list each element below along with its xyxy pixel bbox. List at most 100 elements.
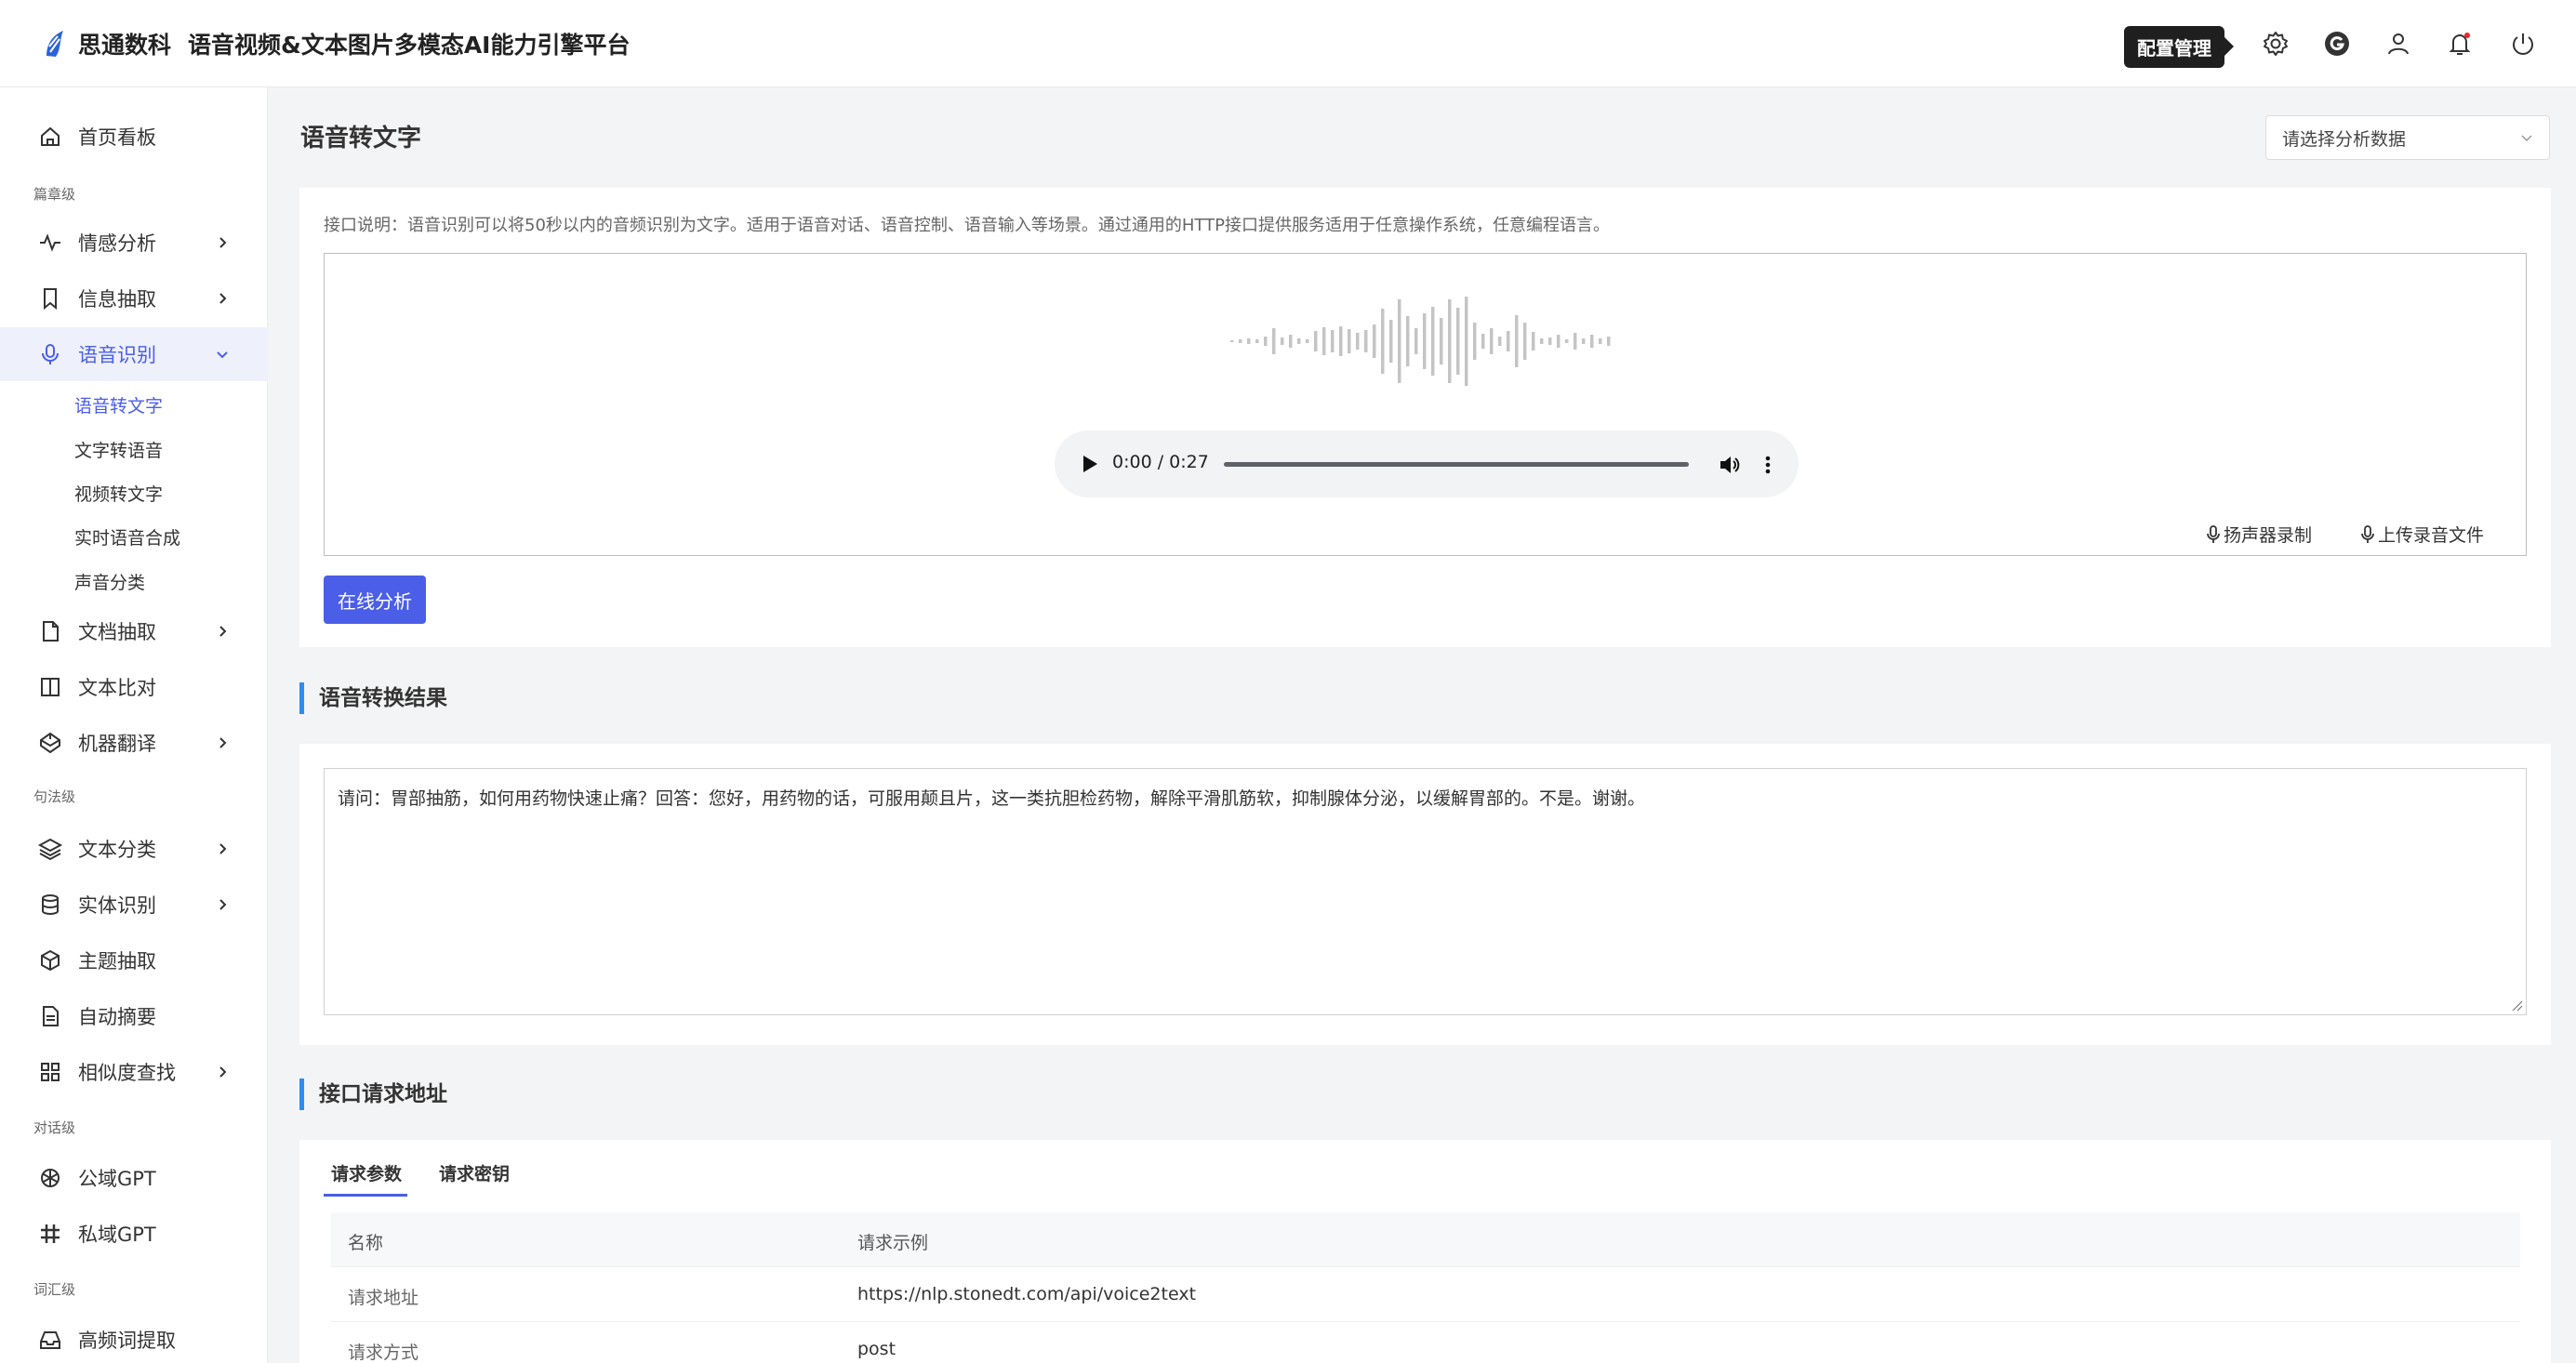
chevron-right-icon — [214, 734, 231, 751]
sidebar-item-summary[interactable]: 自动摘要 — [0, 989, 268, 1043]
tab-request-params[interactable]: 请求参数 — [331, 1160, 402, 1185]
inbox-icon — [37, 1327, 63, 1353]
waveform-bar — [1356, 333, 1360, 350]
tab-request-key[interactable]: 请求密钥 — [439, 1160, 510, 1185]
sidebar-item-text-compare[interactable]: 文本比对 — [0, 660, 268, 714]
sidebar-item-home[interactable]: 首页看板 — [0, 110, 268, 164]
waveform-bar — [1264, 337, 1268, 346]
sidebar-item-entity[interactable]: 实体识别 — [0, 878, 268, 932]
group-label-dialog: 对话级 — [33, 1119, 76, 1136]
waveform-bar — [1465, 297, 1468, 386]
sidebar-item-label: 语音识别 — [78, 344, 156, 366]
result-text: 请问：胃部抽筋，如何用药物快速止痛？回答：您好，用药物的话，可服用颠且片，这一类… — [338, 788, 1646, 809]
analyze-button[interactable]: 在线分析 — [324, 576, 426, 624]
waveform-bar — [1314, 331, 1318, 351]
codepen-icon — [37, 730, 63, 756]
chevron-right-icon — [214, 234, 231, 251]
audio-input-card: 接口说明：语音识别可以将50秒以内的音频识别为文字。适用于语音对话、语音控制、语… — [299, 188, 2551, 647]
microphone-icon — [2207, 524, 2220, 543]
waveform-bar — [1297, 338, 1301, 344]
waveform-bar — [1373, 324, 1376, 358]
bell-icon[interactable] — [2446, 30, 2474, 58]
upload-audio-label: 上传录音文件 — [2378, 525, 2485, 546]
group-label-article: 篇章级 — [33, 186, 76, 203]
waveform-bar — [1448, 299, 1452, 383]
microphone-icon — [37, 341, 63, 367]
sidebar-item-info-extract[interactable]: 信息抽取 — [0, 271, 268, 325]
waveform-bar — [1599, 338, 1602, 344]
chevron-right-icon — [214, 1064, 231, 1080]
chevron-right-icon — [214, 840, 231, 857]
waveform-bar — [1389, 320, 1393, 363]
analysis-data-select[interactable]: 请选择分析数据 — [2265, 115, 2550, 160]
bookmark-icon — [37, 285, 63, 311]
waveform-bar — [1573, 333, 1577, 350]
waveform-bar — [1247, 338, 1251, 344]
waveform-bar — [1331, 330, 1334, 352]
file-text-icon — [37, 1003, 63, 1029]
chevron-down-icon — [214, 346, 231, 363]
waveform-bar — [1381, 309, 1385, 374]
power-icon[interactable] — [2509, 30, 2537, 58]
sidebar-item-private-gpt[interactable]: 私域GPT — [0, 1207, 268, 1261]
table-cell: post — [857, 1339, 896, 1359]
active-tab-indicator — [324, 1194, 407, 1197]
waveform-bar — [1339, 326, 1343, 356]
table-header-cell: 请求示例 — [857, 1233, 929, 1253]
slack-icon — [37, 1221, 63, 1247]
sidebar-item-similarity[interactable]: 相似度查找 — [0, 1045, 268, 1099]
result-textarea[interactable]: 请问：胃部抽筋，如何用药物快速止痛？回答：您好，用药物的话，可服用颠且片，这一类… — [324, 768, 2527, 1015]
sidebar-item-speech[interactable]: 语音识别 — [0, 327, 268, 381]
database-icon — [37, 892, 63, 918]
file-icon — [37, 618, 63, 644]
upload-audio-button[interactable]: 上传录音文件 — [2359, 522, 2484, 547]
sidebar-subitem-video2text[interactable]: 视频转文字 — [74, 481, 163, 506]
volume-icon[interactable] — [1718, 453, 1742, 477]
api-section-title: 接口请求地址 — [299, 1078, 447, 1110]
sidebar-subitem-sound-classify[interactable]: 声音分类 — [74, 569, 145, 594]
player-progress-track[interactable] — [1224, 462, 1689, 467]
table-cell: 请求方式 — [348, 1343, 419, 1363]
chevron-down-icon — [2521, 135, 2532, 142]
waveform-bar — [1565, 339, 1569, 343]
g-logo-icon[interactable] — [2323, 30, 2351, 58]
brand[interactable]: 思通数科 语音视频&文本图片多模态AI能力引擎平台 — [43, 27, 630, 60]
sidebar-subitem-realtime-tts[interactable]: 实时语音合成 — [74, 524, 180, 549]
sidebar-item-translate[interactable]: 机器翻译 — [0, 716, 268, 770]
waveform-bar — [1255, 339, 1259, 343]
record-speaker-button[interactable]: 扬声器录制 — [2205, 522, 2312, 547]
sidebar-item-topic[interactable]: 主题抽取 — [0, 933, 268, 987]
chevron-right-icon — [214, 290, 231, 307]
config-tooltip: 配置管理 — [2124, 26, 2234, 68]
waveform-bar — [1281, 337, 1284, 345]
brand-name: 思通数科 — [78, 31, 172, 59]
play-icon[interactable] — [1081, 454, 1099, 474]
sidebar-item-doc-extract[interactable]: 文档抽取 — [0, 604, 268, 658]
sidebar-subitem-speech2text[interactable]: 语音转文字 — [74, 392, 163, 417]
resize-handle-icon[interactable] — [2510, 999, 2523, 1012]
gear-icon[interactable] — [2262, 30, 2290, 58]
sidebar-item-label: 文本分类 — [78, 839, 156, 861]
sidebar-item-hot-words[interactable]: 高频词提取 — [0, 1313, 268, 1363]
waveform-bar — [1239, 339, 1242, 343]
sidebar-item-sentiment[interactable]: 情感分析 — [0, 216, 268, 270]
waveform-bar — [1230, 340, 1234, 342]
columns-icon — [37, 674, 63, 700]
waveform-bar — [1289, 335, 1293, 348]
more-vertical-icon[interactable] — [1757, 453, 1779, 477]
sidebar-item-public-gpt[interactable]: 公域GPT — [0, 1151, 268, 1205]
sidebar-item-label: 自动摘要 — [78, 1006, 156, 1028]
sidebar-item-label: 公域GPT — [78, 1168, 156, 1190]
audio-upload-area[interactable]: 0:00 / 0:27 扬声器录制 上传录音文件 — [324, 253, 2527, 556]
request-table: 名称 请求示例 请求地址 https://nlp.stonedt.com/api… — [331, 1212, 2520, 1363]
waveform-bar — [1498, 337, 1502, 346]
result-section-title: 语音转换结果 — [299, 682, 447, 714]
brand-logo-icon — [46, 30, 63, 57]
activity-icon — [37, 230, 63, 256]
sidebar-subitem-text2speech[interactable]: 文字转语音 — [74, 437, 163, 462]
sidebar-item-text-classify[interactable]: 文本分类 — [0, 822, 268, 876]
sidebar-item-label: 情感分析 — [78, 232, 156, 255]
audio-player[interactable]: 0:00 / 0:27 — [1055, 430, 1799, 497]
user-icon[interactable] — [2384, 30, 2412, 58]
waveform-bar — [1607, 337, 1611, 346]
